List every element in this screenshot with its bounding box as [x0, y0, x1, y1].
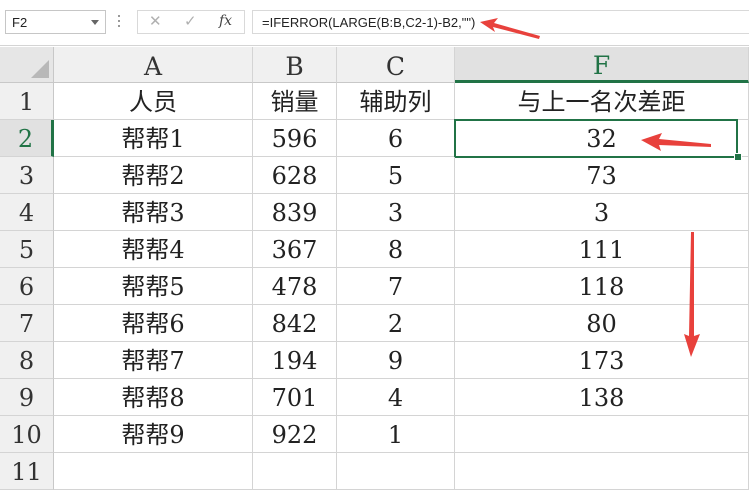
cell-a6[interactable]: 帮帮5	[54, 268, 253, 305]
cell-f4[interactable]: 3	[455, 194, 749, 231]
chevron-down-icon[interactable]	[91, 20, 99, 25]
row-header-4[interactable]: 4	[0, 194, 54, 231]
row-header-8[interactable]: 8	[0, 342, 54, 379]
cell-a3[interactable]: 帮帮2	[54, 157, 253, 194]
select-all-button[interactable]	[0, 47, 54, 83]
cell-b1[interactable]: 销量	[253, 83, 337, 120]
cell-f11[interactable]	[455, 453, 749, 490]
cell-c9[interactable]: 4	[337, 379, 455, 416]
cell-f2[interactable]: 32	[455, 120, 749, 157]
cell-a10[interactable]: 帮帮9	[54, 416, 253, 453]
cell-b11[interactable]	[253, 453, 337, 490]
column-header-f[interactable]: F	[455, 47, 749, 83]
cell-f8[interactable]: 173	[455, 342, 749, 379]
cell-f1[interactable]: 与上一名次差距	[455, 83, 749, 120]
row-header-1[interactable]: 1	[0, 83, 54, 120]
cell-b7[interactable]: 842	[253, 305, 337, 342]
column-header-b[interactable]: B	[253, 47, 337, 83]
cell-b5[interactable]: 367	[253, 231, 337, 268]
row-header-7[interactable]: 7	[0, 305, 54, 342]
cell-a7[interactable]: 帮帮6	[54, 305, 253, 342]
row-header-3[interactable]: 3	[0, 157, 54, 194]
cell-b8[interactable]: 194	[253, 342, 337, 379]
cell-a5[interactable]: 帮帮4	[54, 231, 253, 268]
formula-bar: F2 ✕ ✓ fx =IFERROR(LARGE(B:B,C2-1)-B2,""…	[0, 0, 749, 46]
cell-f10[interactable]	[455, 416, 749, 453]
cell-c10[interactable]: 1	[337, 416, 455, 453]
cell-c2[interactable]: 6	[337, 120, 455, 157]
cell-c4[interactable]: 3	[337, 194, 455, 231]
cell-c6[interactable]: 7	[337, 268, 455, 305]
cancel-x-icon[interactable]: ✕	[149, 12, 162, 30]
cell-a11[interactable]	[54, 453, 253, 490]
cell-f5[interactable]: 111	[455, 231, 749, 268]
cell-a4[interactable]: 帮帮3	[54, 194, 253, 231]
cell-c3[interactable]: 5	[337, 157, 455, 194]
cell-b9[interactable]: 701	[253, 379, 337, 416]
cell-f9[interactable]: 138	[455, 379, 749, 416]
row-header-6[interactable]: 6	[0, 268, 54, 305]
row-header-11[interactable]: 11	[0, 453, 54, 490]
cell-f7[interactable]: 80	[455, 305, 749, 342]
cell-f6[interactable]: 118	[455, 268, 749, 305]
cell-b10[interactable]: 922	[253, 416, 337, 453]
row-header-9[interactable]: 9	[0, 379, 54, 416]
select-all-triangle-icon	[31, 60, 49, 78]
name-box-value: F2	[12, 15, 28, 30]
cell-c11[interactable]	[337, 453, 455, 490]
cell-a2[interactable]: 帮帮1	[54, 120, 253, 157]
row-header-10[interactable]: 10	[0, 416, 54, 453]
cell-b3[interactable]: 628	[253, 157, 337, 194]
cell-c5[interactable]: 8	[337, 231, 455, 268]
formula-input[interactable]: =IFERROR(LARGE(B:B,C2-1)-B2,"")	[252, 10, 749, 34]
cell-a8[interactable]: 帮帮7	[54, 342, 253, 379]
name-box[interactable]: F2	[5, 10, 106, 34]
column-header-c[interactable]: C	[337, 47, 455, 83]
cell-c1[interactable]: 辅助列	[337, 83, 455, 120]
insert-function-icon[interactable]: fx	[219, 13, 232, 29]
cell-b6[interactable]: 478	[253, 268, 337, 305]
enter-check-icon[interactable]: ✓	[184, 12, 197, 30]
cell-b2[interactable]: 596	[253, 120, 337, 157]
column-header-a[interactable]: A	[54, 47, 253, 83]
cell-c7[interactable]: 2	[337, 305, 455, 342]
cell-a9[interactable]: 帮帮8	[54, 379, 253, 416]
formula-text: =IFERROR(LARGE(B:B,C2-1)-B2,"")	[262, 15, 476, 30]
row-header-5[interactable]: 5	[0, 231, 54, 268]
formula-buttons: ✕ ✓ fx	[137, 10, 245, 34]
cell-f3[interactable]: 73	[455, 157, 749, 194]
cell-b4[interactable]: 839	[253, 194, 337, 231]
drag-handle-icon[interactable]	[117, 12, 121, 32]
cell-a1[interactable]: 人员	[54, 83, 253, 120]
row-header-2[interactable]: 2	[0, 120, 54, 157]
cell-c8[interactable]: 9	[337, 342, 455, 379]
